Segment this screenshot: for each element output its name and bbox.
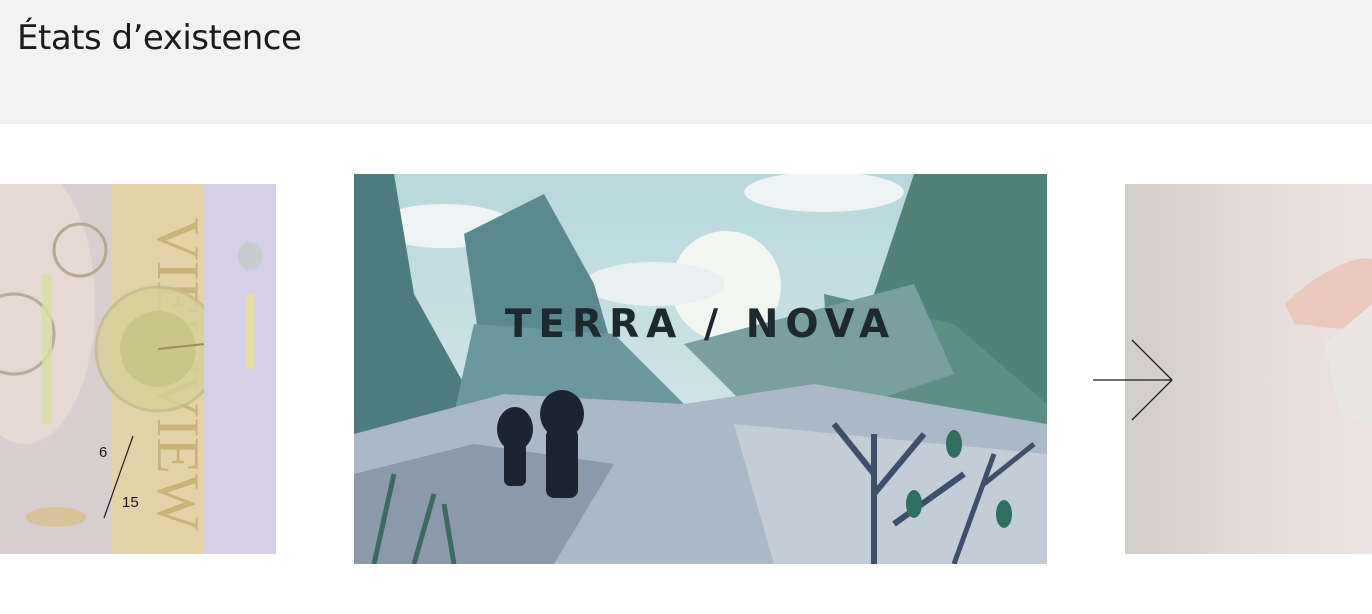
next-slide-button[interactable] <box>1092 338 1176 422</box>
carousel-slide-current[interactable]: TERRA / NOVA <box>354 174 1047 564</box>
current-slide-image <box>354 174 1047 564</box>
counter-current: 6 <box>99 444 108 461</box>
slide-counter: 6 15 <box>94 432 154 524</box>
page-title: États d’existence <box>17 18 302 58</box>
counter-total: 15 <box>122 494 139 511</box>
slide-title: TERRA / NOVA <box>504 302 897 347</box>
page-header: États d’existence <box>0 0 1372 124</box>
arrow-right-icon <box>1093 339 1173 421</box>
